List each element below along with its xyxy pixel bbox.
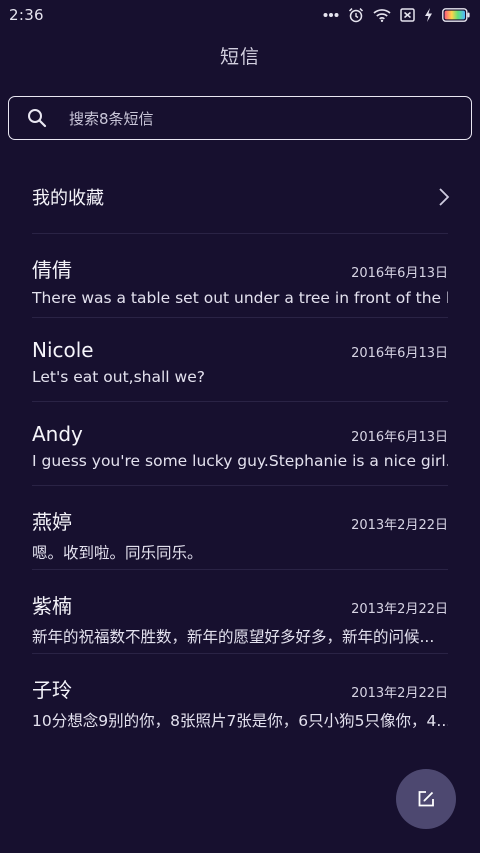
list-item[interactable]: 燕婷 2013年2月22日 嗯。收到啦。同乐同乐。 xyxy=(32,486,448,570)
search-placeholder: 搜索8条短信 xyxy=(69,109,154,128)
message-date: 2013年2月22日 xyxy=(351,518,448,533)
message-list: 倩倩 2016年6月13日 There was a table set out … xyxy=(32,234,448,738)
message-preview: 新年的祝福数不胜数，新年的愿望好多好多，新年的问候... xyxy=(32,628,435,646)
list-item[interactable]: 子玲 2013年2月22日 10分想念9别的你，8张照片7张是你，6只小狗5只像… xyxy=(32,654,448,738)
message-date: 2016年6月13日 xyxy=(351,266,448,281)
message-preview: 10分想念9别的你，8张照片7张是你，6只小狗5只像你，4... xyxy=(32,712,448,730)
list-item[interactable]: Andy 2016年6月13日 I guess you're some luck… xyxy=(32,402,448,486)
sim-none-icon xyxy=(400,8,415,22)
battery-icon xyxy=(442,8,470,22)
message-date: 2016年6月13日 xyxy=(351,346,448,361)
chevron-right-icon xyxy=(438,187,450,207)
more-dots-icon xyxy=(323,12,339,18)
contact-name: Nicole xyxy=(32,338,94,362)
compose-button[interactable] xyxy=(396,769,456,829)
favorites-label: 我的收藏 xyxy=(32,187,104,209)
list-item[interactable]: Nicole 2016年6月13日 Let's eat out,shall we… xyxy=(32,318,448,402)
search-icon xyxy=(27,107,49,129)
list-item[interactable]: 倩倩 2016年6月13日 There was a table set out … xyxy=(32,234,448,318)
contact-name: 子玲 xyxy=(32,678,72,702)
message-date: 2013年2月22日 xyxy=(351,602,448,617)
messages-screen: 2:36 短信 搜索8条短信 我的收藏 倩倩 2016年6月13日 There … xyxy=(0,0,480,853)
contact-name: 倩倩 xyxy=(32,258,72,282)
message-preview: 嗯。收到啦。同乐同乐。 xyxy=(32,544,203,562)
charging-bolt-icon xyxy=(424,8,433,22)
message-date: 2013年2月22日 xyxy=(351,686,448,701)
compose-icon xyxy=(416,789,436,809)
wifi-icon xyxy=(373,8,391,22)
list-item[interactable]: 紫楠 2013年2月22日 新年的祝福数不胜数，新年的愿望好多好多，新年的问候.… xyxy=(32,570,448,654)
alarm-clock-icon xyxy=(348,7,364,23)
status-bar: 2:36 xyxy=(0,0,480,30)
contact-name: 紫楠 xyxy=(32,594,72,618)
contact-name: Andy xyxy=(32,422,83,446)
status-time: 2:36 xyxy=(9,6,44,24)
status-icons xyxy=(323,7,470,23)
favorites-row[interactable]: 我的收藏 xyxy=(32,160,450,234)
message-preview: I guess you're some lucky guy.Stephanie … xyxy=(32,452,448,470)
search-input[interactable]: 搜索8条短信 xyxy=(8,96,472,140)
message-date: 2016年6月13日 xyxy=(351,430,448,445)
message-preview: Let's eat out,shall we? xyxy=(32,368,205,386)
message-preview: There was a table set out under a tree i… xyxy=(32,289,448,307)
contact-name: 燕婷 xyxy=(32,510,72,534)
page-title: 短信 xyxy=(219,46,260,68)
